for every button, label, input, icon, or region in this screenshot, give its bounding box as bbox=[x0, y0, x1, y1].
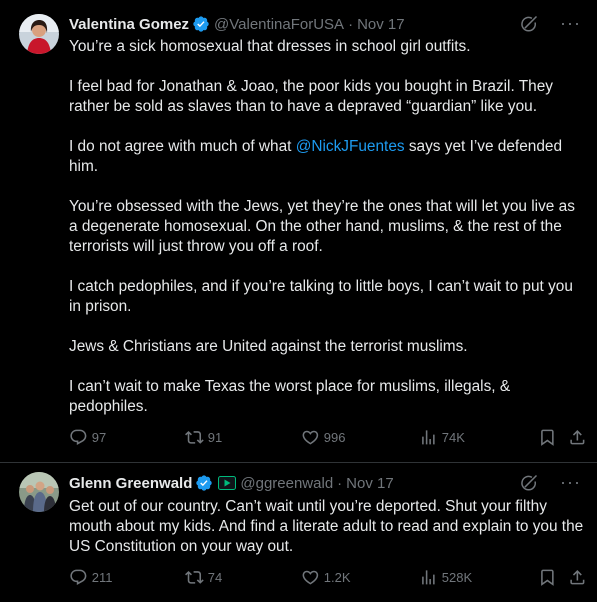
tweet-paragraph: I can’t wait to make Texas the worst pla… bbox=[69, 378, 511, 415]
avatar[interactable] bbox=[19, 472, 59, 512]
tweet-paragraph: You’re obsessed with the Jews, yet they’… bbox=[69, 198, 575, 255]
separator-dot: · bbox=[337, 474, 343, 492]
reply-count: 97 bbox=[91, 429, 107, 445]
verified-badge-icon bbox=[193, 16, 209, 32]
reply-count: 211 bbox=[91, 569, 113, 585]
like-count: 996 bbox=[323, 429, 346, 445]
tweet-paragraph: I do not agree with much of what @NickJF… bbox=[69, 137, 585, 177]
tweet-date[interactable]: Nov 17 bbox=[357, 16, 405, 33]
tweet-header: Valentina Gomez @ValentinaForUSA · Nov 1… bbox=[69, 13, 581, 35]
tweet-actions: 211 74 1.2K 528K bbox=[69, 568, 589, 588]
author-handle[interactable]: @ggreenwald bbox=[240, 475, 333, 492]
tweet-paragraph: Get out of our country. Can’t wait until… bbox=[69, 498, 584, 555]
repost-button[interactable]: 74 bbox=[185, 568, 222, 587]
reply-icon bbox=[70, 569, 87, 585]
reply-button[interactable]: 97 bbox=[69, 428, 106, 447]
verified-badge-icon bbox=[196, 475, 213, 491]
share-button[interactable] bbox=[568, 428, 587, 447]
tweet[interactable]: Valentina Gomez @ValentinaForUSA · Nov 1… bbox=[0, 0, 597, 463]
bookmark-button[interactable] bbox=[538, 568, 557, 587]
tweet[interactable]: Glenn Greenwald @ggreenwald · Nov 17 ···… bbox=[0, 463, 597, 602]
tweet-date[interactable]: Nov 17 bbox=[346, 475, 394, 492]
author-handle[interactable]: @ValentinaForUSA bbox=[214, 16, 344, 33]
share-button[interactable] bbox=[568, 568, 587, 587]
share-icon bbox=[570, 570, 585, 585]
tweet-paragraph: I feel bad for Jonathan & Joao, the poor… bbox=[69, 78, 553, 115]
tweet-text: Get out of our country. Can’t wait until… bbox=[69, 497, 585, 557]
views-count: 74K bbox=[441, 429, 465, 445]
repost-icon bbox=[185, 571, 204, 584]
paragraph-text: I do not agree with much of what bbox=[69, 138, 296, 155]
tweet-paragraph: I catch pedophiles, and if you’re talkin… bbox=[69, 278, 573, 315]
author-name[interactable]: Glenn Greenwald bbox=[69, 475, 192, 492]
tweet-paragraph: Jews & Christians are United against the… bbox=[69, 338, 468, 355]
mention-link[interactable]: @NickJFuentes bbox=[296, 138, 405, 155]
share-icon bbox=[570, 430, 585, 445]
grok-icon[interactable] bbox=[519, 473, 539, 493]
affiliate-badge-icon bbox=[218, 476, 237, 490]
bookmark-icon bbox=[541, 569, 554, 586]
tweet-paragraph: You’re a sick homosexual that dresses in… bbox=[69, 38, 471, 55]
repost-icon bbox=[185, 431, 204, 444]
reply-button[interactable]: 211 bbox=[69, 568, 112, 587]
reply-icon bbox=[70, 429, 87, 445]
like-count: 1.2K bbox=[323, 569, 351, 585]
views-button[interactable]: 74K bbox=[419, 428, 465, 447]
repost-button[interactable]: 91 bbox=[185, 428, 222, 447]
separator-dot: · bbox=[348, 15, 354, 33]
views-button[interactable]: 528K bbox=[419, 568, 472, 587]
tweet-actions: 97 91 996 74K bbox=[69, 428, 589, 448]
more-icon[interactable]: ··· bbox=[560, 472, 581, 492]
views-icon bbox=[422, 570, 435, 585]
author-name[interactable]: Valentina Gomez bbox=[69, 16, 189, 33]
like-button[interactable]: 1.2K bbox=[301, 568, 351, 587]
tweet-text: You’re a sick homosexual that dresses in… bbox=[69, 37, 585, 437]
grok-icon[interactable] bbox=[519, 14, 539, 34]
repost-count: 74 bbox=[207, 569, 223, 585]
like-icon bbox=[302, 570, 319, 585]
like-button[interactable]: 996 bbox=[301, 428, 345, 447]
bookmark-button[interactable] bbox=[538, 428, 557, 447]
views-count: 528K bbox=[441, 569, 473, 585]
avatar[interactable] bbox=[19, 14, 59, 54]
tweet-header: Glenn Greenwald @ggreenwald · Nov 17 ··· bbox=[69, 472, 581, 494]
bookmark-icon bbox=[541, 429, 554, 446]
like-icon bbox=[302, 430, 319, 445]
repost-count: 91 bbox=[207, 429, 223, 445]
more-icon[interactable]: ··· bbox=[560, 13, 581, 33]
views-icon bbox=[422, 430, 435, 445]
